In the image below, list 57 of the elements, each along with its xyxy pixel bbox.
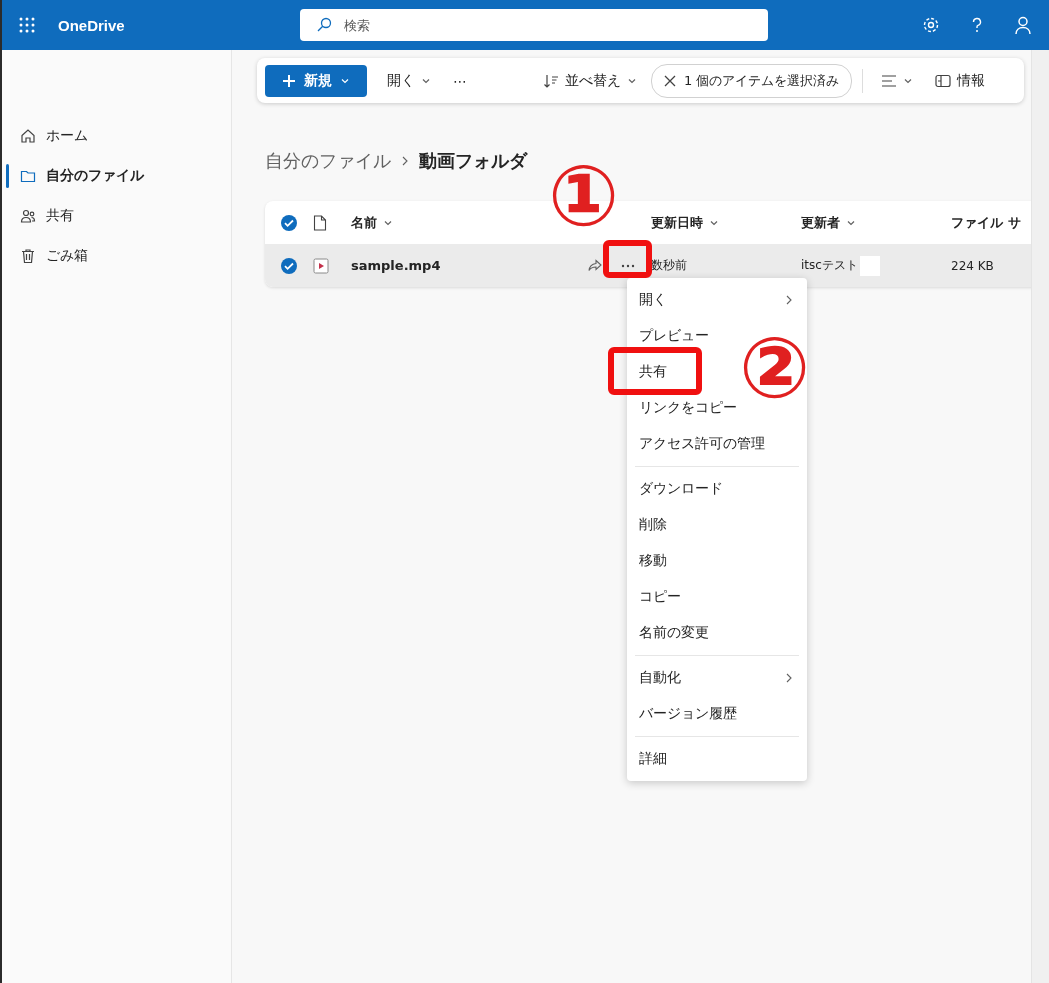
checked-circle-icon[interactable] (280, 213, 298, 232)
sidebar-item[interactable]: ホーム (2, 116, 231, 156)
search-icon (315, 17, 332, 33)
app-title[interactable]: OneDrive (58, 16, 125, 34)
menu-item[interactable]: 自動化 (627, 660, 807, 696)
column-header[interactable]: 更新者 (801, 213, 951, 232)
app-launcher-icon[interactable] (18, 16, 36, 34)
step-number: ① (548, 154, 620, 238)
table-cell-text: 数秒前 (651, 257, 688, 274)
file-name[interactable]: sample.mp4 (351, 258, 441, 273)
settings-icon[interactable] (921, 15, 941, 35)
people-icon (20, 208, 36, 224)
more-options-icon[interactable] (621, 263, 635, 268)
close-icon (664, 74, 676, 87)
home-icon (20, 128, 36, 144)
menu-item[interactable]: バージョン履歴 (627, 696, 751, 732)
menu-item[interactable]: 名前の変更 (627, 615, 723, 651)
breadcrumb-item[interactable]: 自分のファイル (265, 149, 391, 173)
menu-item[interactable]: 削除 (627, 507, 681, 543)
scrollbar[interactable] (1031, 50, 1049, 983)
open-button[interactable]: 開く (379, 64, 439, 97)
share-icon[interactable] (587, 258, 603, 273)
more-button[interactable]: ⋯ (445, 64, 475, 97)
sort-button[interactable]: 並べ替え (535, 64, 645, 97)
trash-icon (20, 248, 36, 264)
breadcrumb-item[interactable]: 動画フォルダ (419, 149, 527, 173)
menu-item[interactable]: 移動 (627, 543, 681, 579)
sidebar-item[interactable]: 自分のファイル (2, 156, 231, 196)
file-icon (313, 214, 327, 231)
sidebar-item[interactable]: ごみ箱 (2, 236, 231, 276)
menu-item[interactable]: 共有 (627, 354, 681, 390)
info-button[interactable]: 情報 (927, 64, 994, 97)
chevron-right-icon (401, 156, 409, 166)
new-button[interactable]: 新規 (265, 64, 367, 97)
menu-item[interactable]: ダウンロード (627, 471, 737, 507)
search-field[interactable]: 検索 (299, 9, 768, 41)
menu-item[interactable]: コピー (627, 579, 695, 615)
column-header[interactable]: 更新日時 (651, 213, 801, 232)
account-icon[interactable] (1013, 15, 1033, 35)
sort-icon (543, 72, 559, 89)
chevron-right-icon (785, 673, 793, 683)
lines-icon (881, 73, 898, 88)
checked-circle-icon[interactable] (280, 256, 298, 275)
chevron-right-icon (785, 295, 793, 305)
highlight-frame (603, 240, 652, 278)
column-header[interactable]: ファイル サ (951, 213, 1049, 232)
menu-item[interactable]: アクセス許可の管理 (627, 426, 779, 462)
menu-item[interactable]: プレビュー (627, 318, 723, 354)
plus-icon (282, 73, 296, 88)
selection-pill[interactable]: 1 個のアイテムを選択済み (651, 63, 853, 98)
sidebar-item[interactable]: 共有 (2, 196, 231, 236)
video-file-icon (313, 257, 329, 274)
menu-item[interactable]: 詳細 (627, 741, 681, 777)
table-cell-text: 224 KB (951, 258, 995, 273)
table-cell: itscテスト (801, 257, 858, 274)
info-panel-icon (935, 73, 952, 88)
folder-icon (20, 168, 36, 184)
